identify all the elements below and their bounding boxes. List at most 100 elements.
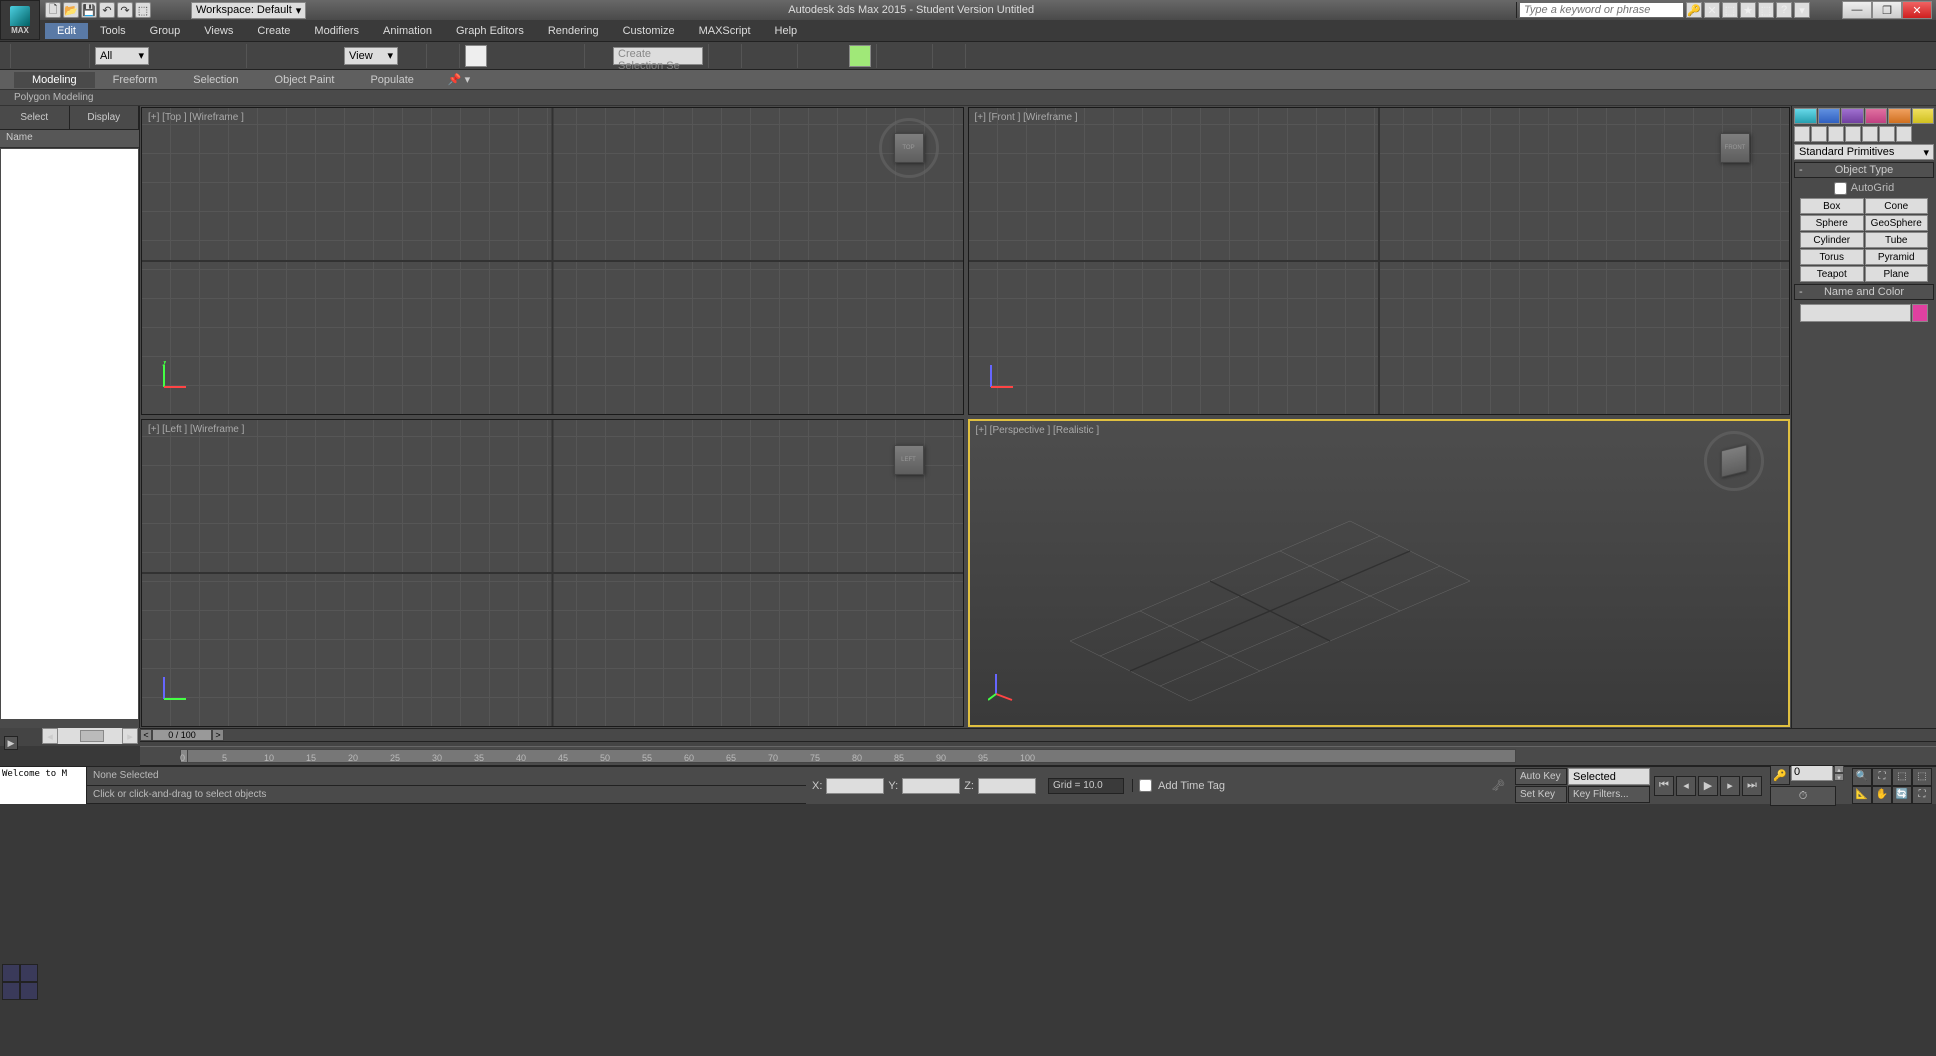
qat-save-icon[interactable]: 💾 xyxy=(81,2,97,18)
rendered-frame-icon[interactable] xyxy=(905,45,927,67)
help-drop-icon[interactable]: ▾ xyxy=(1794,2,1810,18)
mirror-icon[interactable] xyxy=(714,45,736,67)
scene-explorer-column-name[interactable]: Name xyxy=(0,130,139,148)
infocenter-comm-icon[interactable]: ⬚ xyxy=(1758,2,1774,18)
cat-systems-icon[interactable] xyxy=(1896,126,1912,142)
time-config-icon[interactable]: ⏱ xyxy=(1770,786,1836,806)
cat-spacewarps-icon[interactable] xyxy=(1879,126,1895,142)
select-region-icon[interactable] xyxy=(196,45,218,67)
object-color-swatch[interactable] xyxy=(1912,304,1928,322)
spinner-snap-icon[interactable] xyxy=(557,45,579,67)
current-frame-input[interactable]: 0 xyxy=(1791,765,1833,781)
viewport-left[interactable]: [+] [Left ] [Wireframe ] LEFT xyxy=(141,419,964,727)
trackbar[interactable]: /* ticks drawn below via JS */ 051015202… xyxy=(140,746,1936,766)
create-cylinder-button[interactable]: Cylinder xyxy=(1800,232,1864,248)
zoom-extents-icon[interactable]: ⬚ xyxy=(1892,768,1912,786)
zoom-icon[interactable]: 🔍 xyxy=(1852,768,1872,786)
minimize-button[interactable]: — xyxy=(1842,1,1872,19)
viewcube-front[interactable]: FRONT xyxy=(1705,118,1765,178)
layers-icon[interactable] xyxy=(770,45,792,67)
create-category-dropdown[interactable]: Standard Primitives▾ xyxy=(1794,144,1934,160)
create-box-button[interactable]: Box xyxy=(1800,198,1864,214)
rotate-icon[interactable] xyxy=(275,45,297,67)
ribbon-tab-freeform[interactable]: Freeform xyxy=(95,72,176,88)
qat-redo-icon[interactable]: ↷ xyxy=(117,2,133,18)
qat-new-icon[interactable]: 🗋 xyxy=(45,2,61,18)
keyboard-shortcut-swatch[interactable] xyxy=(465,45,487,67)
infocenter-signin-icon[interactable]: 🔑 xyxy=(1686,2,1702,18)
create-sphere-button[interactable]: Sphere xyxy=(1800,215,1864,231)
placement-icon[interactable] xyxy=(321,45,343,67)
ref-coord-dropdown[interactable]: View▾ xyxy=(344,47,398,65)
viewport-perspective-label[interactable]: [+] [Perspective ] [Realistic ] xyxy=(976,425,1100,436)
maximize-viewport-icon[interactable]: ⛶ xyxy=(1912,786,1932,804)
pivot-icon[interactable] xyxy=(399,45,421,67)
menu-edit[interactable]: Edit xyxy=(45,23,88,39)
tab-hierarchy-icon[interactable] xyxy=(1841,108,1864,124)
align-icon[interactable] xyxy=(747,45,769,67)
cat-cameras-icon[interactable] xyxy=(1845,126,1861,142)
scale-icon[interactable] xyxy=(298,45,320,67)
autogrid-checkbox[interactable] xyxy=(1834,182,1847,195)
cat-geometry-icon[interactable] xyxy=(1794,126,1810,142)
scene-explorer-tab-display[interactable]: Display xyxy=(70,106,140,129)
create-teapot-button[interactable]: Teapot xyxy=(1800,266,1864,282)
create-plane-button[interactable]: Plane xyxy=(1865,266,1929,282)
ribbon-panel-title[interactable]: Polygon Modeling xyxy=(0,90,1936,106)
coord-y-input[interactable] xyxy=(902,778,960,794)
workspace-selector[interactable]: Workspace: Default▾ xyxy=(191,2,306,19)
maxscript-listener[interactable]: Welcome to M xyxy=(0,767,86,804)
viewport-front[interactable]: [+] [Front ] [Wireframe ] FRONT xyxy=(968,107,1791,415)
zoom-all-icon[interactable]: ⛶ xyxy=(1872,768,1892,786)
manipulate-icon[interactable] xyxy=(432,45,454,67)
named-selection-input[interactable]: Create Selection Se xyxy=(613,47,703,65)
key-icon[interactable]: 🗝 xyxy=(1491,779,1505,792)
tab-motion-icon[interactable] xyxy=(1865,108,1888,124)
menu-maxscript[interactable]: MAXScript xyxy=(687,23,763,39)
tab-display-icon[interactable] xyxy=(1888,108,1911,124)
tab-create-icon[interactable] xyxy=(1794,108,1817,124)
ribbon-tab-modeling[interactable]: Modeling xyxy=(14,72,95,88)
rollout-name-color[interactable]: -Name and Color xyxy=(1794,284,1934,300)
infocenter-sub-icon[interactable]: ⬚ xyxy=(1722,2,1738,18)
scene-explorer-scrollbar[interactable]: ◂▸ xyxy=(42,728,138,744)
scene-explorer-tab-select[interactable]: Select xyxy=(0,106,70,129)
infocenter-fav-icon[interactable]: ★ xyxy=(1740,2,1756,18)
menu-help[interactable]: Help xyxy=(763,23,810,39)
infocenter-exchange-icon[interactable]: ✕ xyxy=(1704,2,1720,18)
create-tube-button[interactable]: Tube xyxy=(1865,232,1929,248)
percent-snap-icon[interactable] xyxy=(534,45,556,67)
viewcube-perspective[interactable] xyxy=(1704,431,1764,491)
edit-named-sel-icon[interactable] xyxy=(590,45,612,67)
ribbon-pin-icon[interactable]: 📌 ▾ xyxy=(448,73,470,86)
close-button[interactable]: ✕ xyxy=(1902,1,1932,19)
viewport-front-label[interactable]: [+] [Front ] [Wireframe ] xyxy=(975,112,1078,123)
qat-open-icon[interactable]: 📂 xyxy=(63,2,79,18)
ribbon-tab-selection[interactable]: Selection xyxy=(175,72,256,88)
frame-spinner-down[interactable]: ▾ xyxy=(1834,773,1844,781)
zoom-extents-all-icon[interactable]: ⬚ xyxy=(1912,768,1932,786)
viewport-top-label[interactable]: [+] [Top ] [Wireframe ] xyxy=(148,112,244,123)
menu-tools[interactable]: Tools xyxy=(88,23,138,39)
move-icon[interactable] xyxy=(252,45,274,67)
select-name-icon[interactable] xyxy=(173,45,195,67)
menu-customize[interactable]: Customize xyxy=(611,23,687,39)
viewport-left-label[interactable]: [+] [Left ] [Wireframe ] xyxy=(148,424,244,435)
frame-spinner-up[interactable]: ▴ xyxy=(1834,765,1844,773)
viewport-top[interactable]: [+] [Top ] [Wireframe ] y TOP xyxy=(141,107,964,415)
timeline-next-button[interactable]: > xyxy=(212,729,224,741)
tab-utilities-icon[interactable] xyxy=(1912,108,1935,124)
create-cone-button[interactable]: Cone xyxy=(1865,198,1929,214)
unlink-icon[interactable] xyxy=(39,45,61,67)
play-icon[interactable]: ▶ xyxy=(1698,776,1718,796)
coord-x-input[interactable] xyxy=(826,778,884,794)
menu-graph-editors[interactable]: Graph Editors xyxy=(444,23,536,39)
tab-modify-icon[interactable] xyxy=(1818,108,1841,124)
curve-editor-icon[interactable] xyxy=(803,45,825,67)
create-geosphere-button[interactable]: GeoSphere xyxy=(1865,215,1929,231)
cat-helpers-icon[interactable] xyxy=(1862,126,1878,142)
prev-frame-icon[interactable]: ◂ xyxy=(1676,776,1696,796)
viewcube-left[interactable]: LEFT xyxy=(879,430,939,490)
keyfilters-button[interactable]: Key Filters... xyxy=(1568,786,1650,803)
menu-rendering[interactable]: Rendering xyxy=(536,23,611,39)
